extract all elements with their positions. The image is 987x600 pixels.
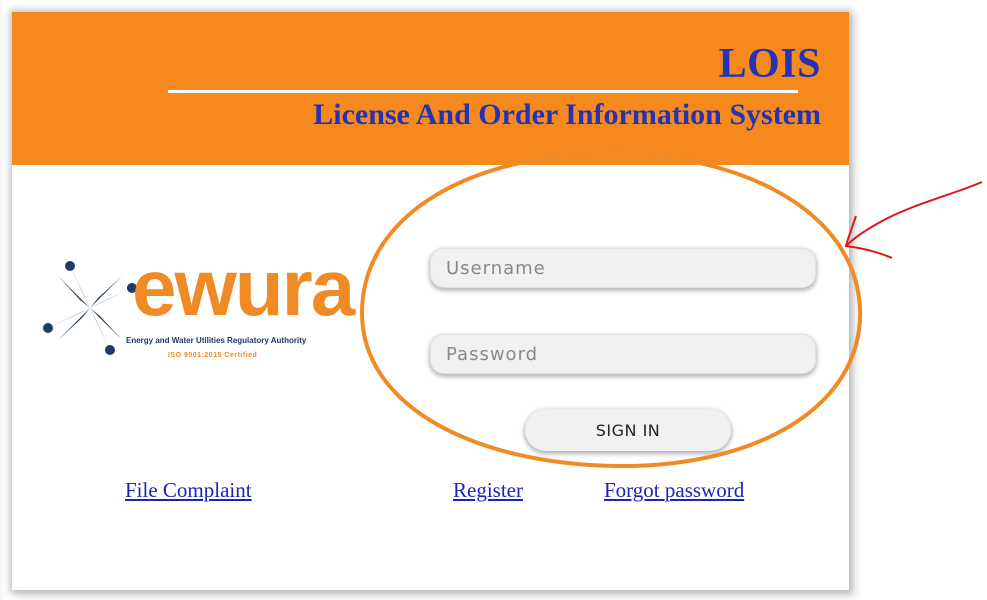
header-divider: [168, 90, 798, 93]
logo-certification: ISO 9001:2015 Certified: [168, 352, 258, 359]
sign-in-button[interactable]: SIGN IN: [525, 409, 731, 451]
app-subtitle: License And Order Information System: [313, 98, 821, 131]
file-complaint-link[interactable]: File Complaint: [125, 478, 252, 503]
screenshot-stage: LOIS License And Order Information Syste…: [0, 0, 987, 600]
register-link[interactable]: Register: [453, 478, 523, 503]
ewura-logo: ewura Energy and Water Utilities Regulat…: [40, 248, 370, 386]
logo-wordmark: ewura: [132, 243, 355, 332]
username-input[interactable]: [430, 248, 816, 288]
login-card: LOIS License And Order Information Syste…: [12, 12, 849, 590]
forgot-password-link[interactable]: Forgot password: [604, 478, 744, 503]
ewura-star-logo-icon: [43, 261, 137, 355]
app-title: LOIS: [718, 41, 821, 87]
password-input[interactable]: [430, 334, 816, 374]
logo-tagline: Energy and Water Utilities Regulatory Au…: [126, 336, 307, 345]
header-banner: LOIS License And Order Information Syste…: [12, 12, 849, 165]
